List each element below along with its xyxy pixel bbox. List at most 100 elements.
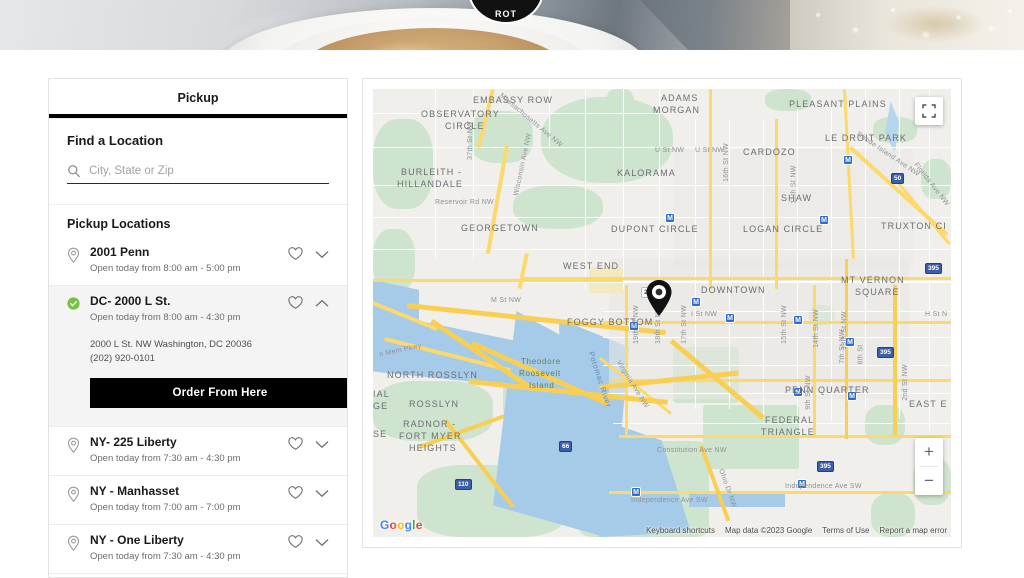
location-row[interactable]: NY - One Liberty Open today from 7:30 am …	[49, 525, 347, 574]
map-neighborhood-label: TRIANGLE	[761, 427, 815, 437]
map-neighborhood-label: GE	[373, 401, 389, 411]
map-street-label: 19th St NW	[632, 305, 640, 344]
location-header[interactable]: DC- 2000 L St. Open today from 8:00 am - …	[67, 294, 329, 324]
hero-powder-texture	[790, 0, 1024, 50]
map-neighborhood-label: OBSERVATORY	[421, 109, 500, 119]
map-street-label: Independence Ave SW	[631, 497, 708, 504]
location-row[interactable]: 2001 Penn Open today from 8:00 am - 5:00 …	[49, 237, 347, 286]
map-street-label: Reservoir Rd NW	[435, 199, 494, 206]
map-neighborhood-label: FOGGY BOTTOM	[567, 317, 654, 327]
map-pin-icon	[67, 247, 80, 263]
map-neighborhood-label: CIRCLE	[445, 121, 485, 131]
locations-container: 2001 Penn Open today from 8:00 am - 5:00 …	[49, 237, 347, 574]
location-address: 2000 L St. NW Washington, DC 20036	[90, 339, 252, 350]
heart-icon[interactable]	[288, 437, 303, 451]
location-row[interactable]: NY - Manhasset Open today from 7:00 am - …	[49, 476, 347, 525]
location-header[interactable]: 2001 Penn Open today from 8:00 am - 5:00 …	[67, 245, 329, 275]
heart-icon[interactable]	[288, 486, 303, 500]
terms-of-use-link[interactable]: Terms of Use	[822, 526, 869, 535]
location-actions	[288, 294, 329, 310]
location-text: NY - Manhasset Open today from 7:00 am - …	[80, 484, 288, 514]
page-body: Pickup Find a Location Pickup Locations …	[0, 50, 1024, 578]
location-text: NY- 225 Liberty Open today from 7:30 am -…	[80, 435, 288, 465]
search-icon	[68, 165, 81, 178]
location-row[interactable]: NY- 225 Liberty Open today from 7:30 am -…	[49, 427, 347, 476]
map-neighborhood-label: RADNOR -	[403, 419, 457, 429]
map-neighborhood-label: HILLANDALE	[397, 179, 464, 189]
map-neighborhood-label: TRUXTON CI	[881, 221, 947, 231]
map-street-label: 37th St NW	[466, 121, 474, 160]
google-map[interactable]: 29 66 110 395 395 50 395 M M M M M M M M…	[373, 89, 951, 537]
map-neighborhood-label: PLEASANT PLAINS	[789, 99, 887, 109]
location-phone[interactable]: (202) 920-0101	[90, 352, 329, 366]
report-map-error-link[interactable]: Report a map error	[879, 526, 947, 535]
check-circle-icon	[67, 297, 80, 310]
panel-tabs: Pickup	[49, 79, 347, 119]
map-neighborhood-label: WEST END	[563, 261, 620, 271]
location-actions	[288, 533, 329, 549]
map-street-label: M St NW	[491, 297, 522, 304]
map-pin-icon	[67, 437, 80, 453]
location-name: NY- 225 Liberty	[90, 435, 177, 449]
heart-icon[interactable]	[288, 247, 303, 261]
location-hours: Open today from 7:30 am - 4:30 pm	[90, 551, 241, 562]
map-neighborhood-label: KALORAMA	[617, 168, 676, 178]
pickup-panel: Pickup Find a Location Pickup Locations …	[48, 78, 348, 578]
pickup-locations-title: Pickup Locations	[67, 217, 171, 231]
heart-icon[interactable]	[288, 535, 303, 549]
map-neighborhood-label: LOGAN CIRCLE	[743, 224, 824, 234]
map-street-label: 11th St NW	[790, 165, 798, 204]
location-name: NY - One Liberty	[90, 533, 184, 547]
find-location-title: Find a Location	[67, 133, 164, 148]
location-header[interactable]: NY- 225 Liberty Open today from 7:30 am -…	[67, 435, 329, 465]
location-hours: Open today from 7:30 am - 4:30 pm	[90, 453, 241, 464]
map-neighborhood-label: SQUARE	[855, 287, 900, 297]
location-actions	[288, 435, 329, 451]
chevron-down-icon[interactable]	[315, 250, 329, 259]
map-street-label: Ohio Dr NW	[717, 468, 738, 509]
heart-icon[interactable]	[288, 296, 303, 310]
location-header[interactable]: NY - Manhasset Open today from 7:00 am - …	[67, 484, 329, 514]
location-hours: Open today from 7:00 am - 7:00 pm	[90, 502, 241, 513]
map-street-label: Wisconsin Ave NW	[512, 132, 533, 197]
location-text: DC- 2000 L St. Open today from 8:00 am - …	[80, 294, 288, 324]
hero-banner: ROT	[0, 0, 1024, 50]
chevron-up-icon[interactable]	[315, 299, 329, 308]
map-neighborhood-label: GEORGETOWN	[461, 223, 539, 233]
chevron-down-icon[interactable]	[315, 440, 329, 449]
pickup-locations-list[interactable]: Pickup Locations 2001 Penn Open today fro…	[49, 205, 347, 577]
zoom-in-button[interactable]: +	[915, 438, 943, 466]
map-street-label: 16th St NW	[722, 143, 730, 182]
chevron-down-icon[interactable]	[315, 538, 329, 547]
search-input[interactable]	[89, 165, 329, 177]
map-neighborhood-label: NORTH ROSSLYN	[387, 370, 478, 380]
map-street-label: 2nd St NW	[901, 364, 909, 401]
map-street-label: I St NW	[691, 311, 718, 318]
find-location-section: Find a Location	[49, 119, 347, 205]
map-neighborhood-label: FORT MYER	[399, 431, 462, 441]
tab-pickup[interactable]: Pickup	[49, 79, 347, 118]
location-actions	[288, 245, 329, 261]
zoom-out-button[interactable]: −	[915, 467, 943, 495]
google-logo: Google	[380, 518, 423, 532]
location-row[interactable]: DC- 2000 L St. Open today from 8:00 am - …	[49, 286, 347, 427]
map-street-label: 15th St NW	[780, 305, 788, 344]
map-neighborhood-label: FEDERAL	[765, 415, 815, 425]
map-attribution: Keyboard shortcuts Map data ©2023 Google…	[646, 526, 947, 535]
location-header[interactable]: NY - One Liberty Open today from 7:30 am …	[67, 533, 329, 563]
map-neighborhood-label: CARDOZO	[743, 147, 796, 157]
location-marker-pin[interactable]	[645, 279, 673, 317]
chevron-down-icon[interactable]	[315, 489, 329, 498]
location-text: 2001 Penn Open today from 8:00 am - 5:00 …	[80, 245, 288, 275]
map-neighborhood-label: HEIGHTS	[409, 443, 457, 453]
map-street-label: Independence Ave SW	[785, 483, 862, 490]
map-neighborhood-label: MT VERNON	[841, 275, 905, 285]
order-from-here-button[interactable]: Order From Here	[90, 378, 347, 408]
map-neighborhood-label: SE	[373, 429, 388, 439]
fullscreen-button[interactable]	[915, 97, 943, 125]
map-street-label: U St NW	[695, 147, 725, 154]
fullscreen-expand-icon	[922, 104, 936, 118]
keyboard-shortcuts-link[interactable]: Keyboard shortcuts	[646, 526, 715, 535]
search-row[interactable]	[67, 164, 329, 184]
map-neighborhood-label: DOWNTOWN	[701, 285, 766, 295]
